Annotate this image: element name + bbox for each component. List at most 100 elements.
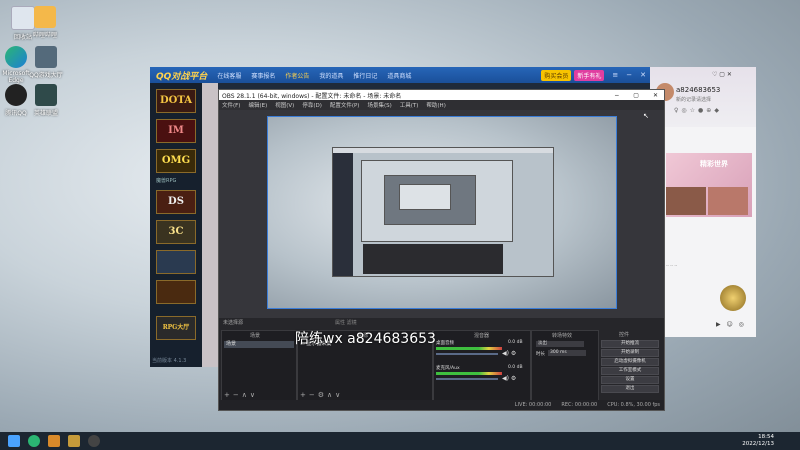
app-taskbar-icon[interactable]	[48, 435, 60, 447]
toolbar-icon[interactable]: ◆	[714, 107, 722, 114]
rec-status: REC: 00:00:00	[561, 402, 598, 408]
clock[interactable]: 18:54 2022/12/13	[742, 434, 774, 448]
nested-capture-deep	[384, 175, 476, 225]
close-icon[interactable]: ✕	[640, 71, 646, 79]
taskbar: 18:54 2022/12/13	[0, 432, 800, 450]
edge-taskbar-icon[interactable]	[28, 435, 40, 447]
newbie-gift-button[interactable]: 新手有礼	[574, 69, 605, 81]
qq-game-sidebar: DOTA IM OMG 魔兽RPG DS 3C RPG大厅 当前版本 4.1.3	[150, 83, 202, 367]
maximize-icon[interactable]: ▢	[633, 92, 639, 99]
game-tile[interactable]	[156, 250, 196, 274]
chat-subtitle: 新的记录请选择	[676, 97, 712, 103]
scene-toolbar[interactable]: +−∧∨	[224, 391, 258, 399]
mixer-track-name: 桌面音频	[436, 341, 454, 346]
toolbar-icon[interactable]: ◎	[681, 107, 689, 114]
game-3c[interactable]: 3C	[156, 220, 196, 244]
game-omg[interactable]: OMG	[156, 149, 196, 173]
nested-obs-dock	[363, 244, 503, 274]
obs-taskbar-icon[interactable]	[88, 435, 100, 447]
obs-preview-canvas[interactable]	[267, 116, 617, 309]
virtual-camera-button[interactable]: 启动虚拟摄像机	[601, 358, 659, 366]
transition-select[interactable]: 淡出	[536, 341, 584, 347]
start-icon[interactable]	[8, 435, 20, 447]
menu-item[interactable]: 文件(F)	[222, 101, 240, 109]
game-emblem-icon[interactable]	[720, 285, 746, 311]
desktop-icon-qqgame[interactable]: QQ游戏大厅	[28, 46, 64, 79]
obs-window: OBS 28.1.1 (64-bit, windows) - 配置文件: 未命名…	[218, 89, 665, 411]
nested-capture	[332, 147, 554, 277]
source-toolbar[interactable]: 属性 滤镜	[335, 319, 357, 326]
close-icon[interactable]: ✕	[653, 92, 658, 99]
obs-menubar: 文件(F) 编辑(E) 视图(V) 停靠(D) 配置文件(P) 场景集(S) 工…	[219, 100, 664, 110]
cursor-icon: ↖	[643, 112, 649, 120]
menu-item[interactable]: 配置文件(P)	[330, 101, 360, 109]
live-status: LIVE: 00:00:00	[514, 402, 552, 408]
mute-icon[interactable]: ◀) ⚙	[502, 350, 516, 357]
menu-icon[interactable]: ≡	[612, 71, 618, 79]
minimize-icon[interactable]: −	[614, 92, 619, 99]
game-tile[interactable]	[156, 280, 196, 304]
mixer-track-name: 麦克风/Aux	[436, 366, 460, 371]
nav-item[interactable]: 在线客服	[217, 71, 241, 80]
qq-game-icon	[35, 46, 57, 68]
nav-item[interactable]: 我的道具	[319, 71, 343, 80]
menu-item[interactable]: 工具(T)	[400, 101, 419, 109]
scenes-header: 场景	[250, 333, 261, 339]
nav-item[interactable]: 赛事报名	[251, 71, 275, 80]
mixer-track-db: 0.0 dB	[508, 365, 523, 370]
nav-item[interactable]: 道具商城	[387, 71, 411, 80]
game-dota[interactable]: DOTA	[156, 89, 196, 113]
section-label: 魔兽RPG	[156, 178, 177, 184]
game-im[interactable]: IM	[156, 119, 196, 143]
buy-vip-button[interactable]: 购买会员	[541, 69, 572, 81]
qq-penguin-icon	[5, 84, 27, 106]
duration-input[interactable]: 300 ms	[548, 350, 586, 356]
nested-sidebar	[333, 153, 353, 276]
rpg-lobby-button[interactable]: RPG大厅	[156, 316, 196, 340]
version-label: 当前版本 4.1.3	[152, 358, 187, 364]
mixer-dock: 混音器 桌面音频 0.0 dB ◀) ⚙ 麦克风/Aux 0.0 dB ◀) ⚙	[433, 330, 531, 402]
minimize-icon[interactable]: −	[626, 71, 632, 79]
volume-slider[interactable]	[436, 378, 498, 380]
game-ds[interactable]: DS	[156, 190, 196, 214]
exit-button[interactable]: 退出	[601, 385, 659, 393]
properties-button[interactable]: 属性	[335, 320, 345, 326]
scenes-dock: 场景 场景 +−∧∨	[221, 330, 297, 402]
chat-footer-icons[interactable]: ▶ ☺ ◎	[716, 321, 746, 328]
desktop-icon-bilibili[interactable]: 哔哩哔哩	[27, 6, 63, 39]
obs-titlebar: OBS 28.1.1 (64-bit, windows) - 配置文件: 未命名…	[219, 90, 664, 100]
menu-item[interactable]: 视图(V)	[275, 101, 294, 109]
settings-button[interactable]: 设置	[601, 376, 659, 384]
desktop-icon-lol[interactable]: 英雄联盟	[28, 84, 64, 117]
studio-mode-button[interactable]: 工作室模式	[601, 367, 659, 375]
qq-platform-taskbar-icon[interactable]	[68, 435, 80, 447]
volume-slider[interactable]	[436, 353, 498, 355]
mute-icon[interactable]: ◀) ⚙	[502, 375, 516, 382]
toolbar-icon[interactable]: ☆	[690, 107, 698, 114]
start-streaming-button[interactable]: 开始推流	[601, 340, 659, 348]
start-recording-button[interactable]: 开始录制	[601, 349, 659, 357]
window-controls[interactable]: ♡ ▢ ✕	[712, 71, 732, 78]
obs-docks: 未选择源 属性 滤镜 场景 场景 +−∧∨ 来源 ▭ 显示器采集 +−⚙∧∨ 混…	[219, 318, 664, 410]
cpu-status: CPU: 0.8%, 30.00 fps	[607, 402, 660, 408]
nav-item-active[interactable]: 作者公告	[285, 71, 309, 80]
chat-feed: -- -- --	[666, 263, 678, 268]
scene-item[interactable]: 场景	[224, 341, 294, 348]
nested-capture-deepest	[399, 184, 451, 210]
source-toolbar-buttons[interactable]: +−⚙∧∨	[300, 391, 343, 399]
qq-platform-header: QQ对战平台 在线客服 赛事报名 作者公告 我的道具 推行日记 道具商城 购买会…	[150, 67, 650, 83]
no-source-label: 未选择源	[223, 320, 244, 326]
league-icon	[35, 84, 57, 106]
menu-item[interactable]: 停靠(D)	[302, 101, 322, 109]
menu-item[interactable]: 场景集(S)	[367, 101, 391, 109]
clock-time: 18:54	[758, 434, 774, 440]
menu-item[interactable]: 帮助(H)	[426, 101, 445, 109]
filters-button[interactable]: 滤镜	[347, 320, 357, 326]
chat-toolbar[interactable]: ♀◎☆●⊕◆	[674, 107, 722, 114]
menu-item[interactable]: 编辑(E)	[248, 101, 267, 109]
nav-item[interactable]: 推行日记	[353, 71, 377, 80]
mixer-track-db: 0.0 dB	[508, 340, 523, 345]
audio-meter	[436, 372, 502, 375]
qq-platform-logo: QQ对战平台	[156, 71, 208, 82]
clock-date: 2022/12/13	[742, 441, 774, 447]
